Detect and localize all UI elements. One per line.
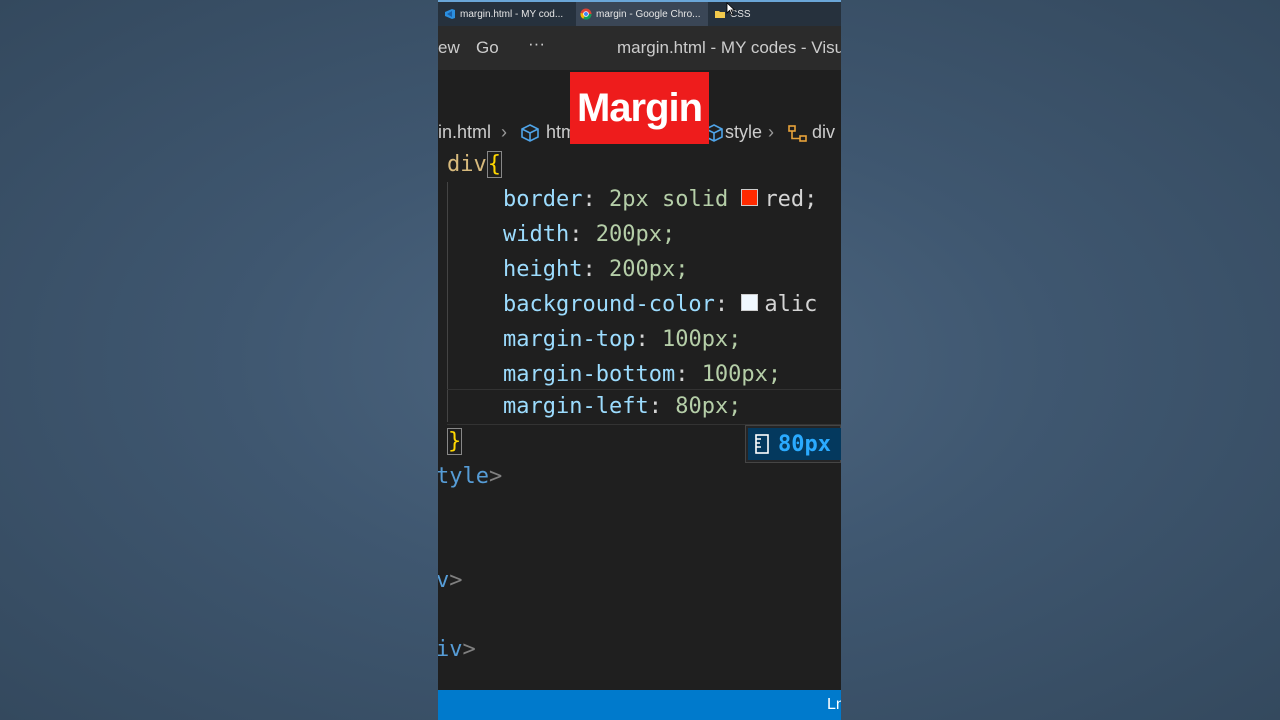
breadcrumb-style[interactable]: style xyxy=(725,122,762,143)
menu-go[interactable]: Go xyxy=(476,38,499,58)
menu-view[interactable]: ew xyxy=(438,38,460,58)
code-line-border[interactable]: border: 2px solid red; xyxy=(503,182,817,217)
autocomplete-popup: 80px xyxy=(745,425,841,463)
code-line-selector[interactable]: div{ xyxy=(447,147,502,182)
taskbar-tab-chrome[interactable]: margin - Google Chro... xyxy=(576,2,708,26)
chrome-icon xyxy=(580,8,592,20)
css-property: border xyxy=(503,187,583,212)
autocomplete-item[interactable]: 80px xyxy=(748,428,841,460)
code-line-close-brace[interactable]: } xyxy=(447,424,463,459)
css-value: 200px; xyxy=(608,257,689,282)
css-value: 100px; xyxy=(701,362,782,387)
code-line-div-close-1[interactable]: v> xyxy=(438,563,463,598)
folder-icon xyxy=(715,11,725,18)
css-value-color: alic xyxy=(764,292,818,317)
css-property: margin-top xyxy=(503,327,636,352)
title-bar: ew Go ··· margin.html - MY codes - Visu xyxy=(438,26,841,70)
css-property: margin-bottom xyxy=(503,362,676,387)
more-menu-icon[interactable]: ··· xyxy=(528,34,545,54)
div-tag: iv xyxy=(438,637,463,662)
element-tree-icon xyxy=(788,125,807,142)
code-line-background-color[interactable]: background-color: alic xyxy=(503,287,817,322)
indent-guide xyxy=(447,182,448,422)
css-property: width xyxy=(503,222,570,247)
code-line-margin-top[interactable]: margin-top: 100px; xyxy=(503,322,741,357)
css-property: background-color xyxy=(503,292,715,317)
css-value: 2px solid xyxy=(608,187,742,212)
status-line-indicator[interactable]: Ln xyxy=(827,696,841,714)
chevron-right-icon: › xyxy=(501,122,507,142)
css-value: 200px; xyxy=(595,222,676,247)
color-swatch-aliceblue[interactable] xyxy=(741,293,759,311)
mouse-cursor-icon xyxy=(726,2,736,16)
status-bar: Ln xyxy=(438,690,841,720)
taskbar: margin.html - MY cod... margin - Google … xyxy=(438,0,841,26)
vscode-icon xyxy=(445,9,455,19)
breadcrumb-div[interactable]: div xyxy=(812,122,835,143)
chevron-right-icon: › xyxy=(768,122,774,142)
taskbar-tab-vscode[interactable]: margin.html - MY cod... xyxy=(444,2,572,26)
open-brace: { xyxy=(486,151,502,178)
autocomplete-label: 80px xyxy=(778,431,831,457)
div-tag: v xyxy=(438,568,450,593)
css-property: margin-left xyxy=(503,394,649,419)
color-swatch-red[interactable] xyxy=(741,188,759,206)
breadcrumb-file[interactable]: in.html xyxy=(438,122,491,143)
window-title: margin.html - MY codes - Visu xyxy=(617,38,841,57)
taskbar-tab-folder[interactable]: CSS xyxy=(714,2,774,26)
css-value: 100px; xyxy=(661,327,742,352)
code-line-div-close-2[interactable]: iv> xyxy=(438,632,476,667)
code-line-margin-bottom[interactable]: margin-bottom: 100px; xyxy=(503,357,781,392)
css-property: height xyxy=(503,257,583,282)
vscode-window: margin.html - MY cod... margin - Google … xyxy=(438,0,841,720)
code-line-style-close[interactable]: tyle> xyxy=(438,459,502,494)
code-line-height[interactable]: height: 200px; xyxy=(503,252,688,287)
code-line-width[interactable]: width: 200px; xyxy=(503,217,675,252)
code-line-margin-left[interactable]: margin-left: 80px; xyxy=(503,389,741,424)
cube-icon xyxy=(521,124,539,142)
css-selector: div xyxy=(447,152,487,177)
close-brace: } xyxy=(447,428,463,455)
ruler-icon xyxy=(755,434,769,454)
css-value: 80px; xyxy=(675,394,742,419)
css-value-color: red; xyxy=(764,187,818,212)
style-tag: tyle xyxy=(438,464,489,489)
overlay-title: Margin xyxy=(570,72,709,144)
